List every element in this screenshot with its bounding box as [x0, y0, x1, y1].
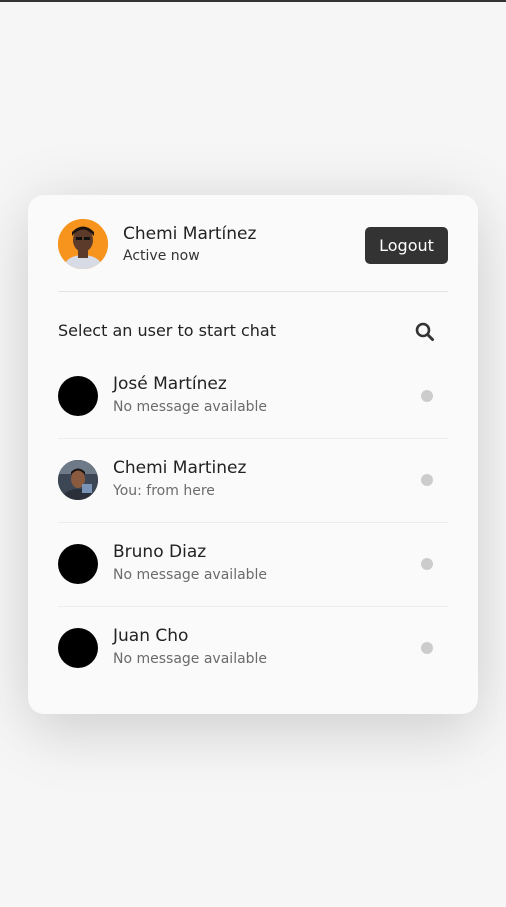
- chat-users-panel: Chemi Martínez Active now Logout Select …: [28, 195, 478, 714]
- user-row-bruno-diaz[interactable]: Bruno Diaz No message available: [58, 523, 448, 607]
- last-message: No message available: [113, 399, 268, 415]
- blank-avatar-icon: [58, 376, 98, 416]
- top-border: [0, 0, 506, 2]
- status-dot-icon: [421, 558, 433, 570]
- status-dot-icon: [421, 390, 433, 402]
- user-row-chemi-martinez[interactable]: Chemi Martinez You: from here: [58, 439, 448, 523]
- search-button[interactable]: [414, 321, 436, 343]
- user-photo-icon: [58, 460, 98, 500]
- current-user-name: Chemi Martínez: [123, 224, 257, 244]
- status-dot-icon: [421, 642, 433, 654]
- search-icon: [415, 322, 434, 341]
- user-row-juan-cho[interactable]: Juan Cho No message available: [58, 607, 448, 690]
- logout-button[interactable]: Logout: [365, 227, 448, 264]
- user-name: José Martínez: [113, 374, 227, 394]
- user-name: Chemi Martinez: [113, 458, 247, 478]
- last-message: No message available: [113, 651, 268, 667]
- user-name: Bruno Diaz: [113, 542, 207, 562]
- blank-avatar-icon: [58, 544, 98, 584]
- search-prompt: Select an user to start chat: [58, 321, 276, 340]
- user-name: Juan Cho: [113, 626, 189, 646]
- last-message: No message available: [113, 567, 268, 583]
- user-photo-icon: [58, 219, 108, 269]
- current-user-header: Chemi Martínez Active now Logout: [58, 219, 448, 292]
- current-user-avatar: [58, 219, 108, 269]
- search-bar: Select an user to start chat: [58, 321, 448, 343]
- status-dot-icon: [421, 474, 433, 486]
- user-list: José Martínez No message available Chemi…: [58, 355, 448, 690]
- blank-avatar-icon: [58, 628, 98, 668]
- last-message: You: from here: [113, 483, 215, 499]
- current-user-status: Active now: [123, 248, 200, 264]
- user-row-jose-martinez[interactable]: José Martínez No message available: [58, 355, 448, 439]
